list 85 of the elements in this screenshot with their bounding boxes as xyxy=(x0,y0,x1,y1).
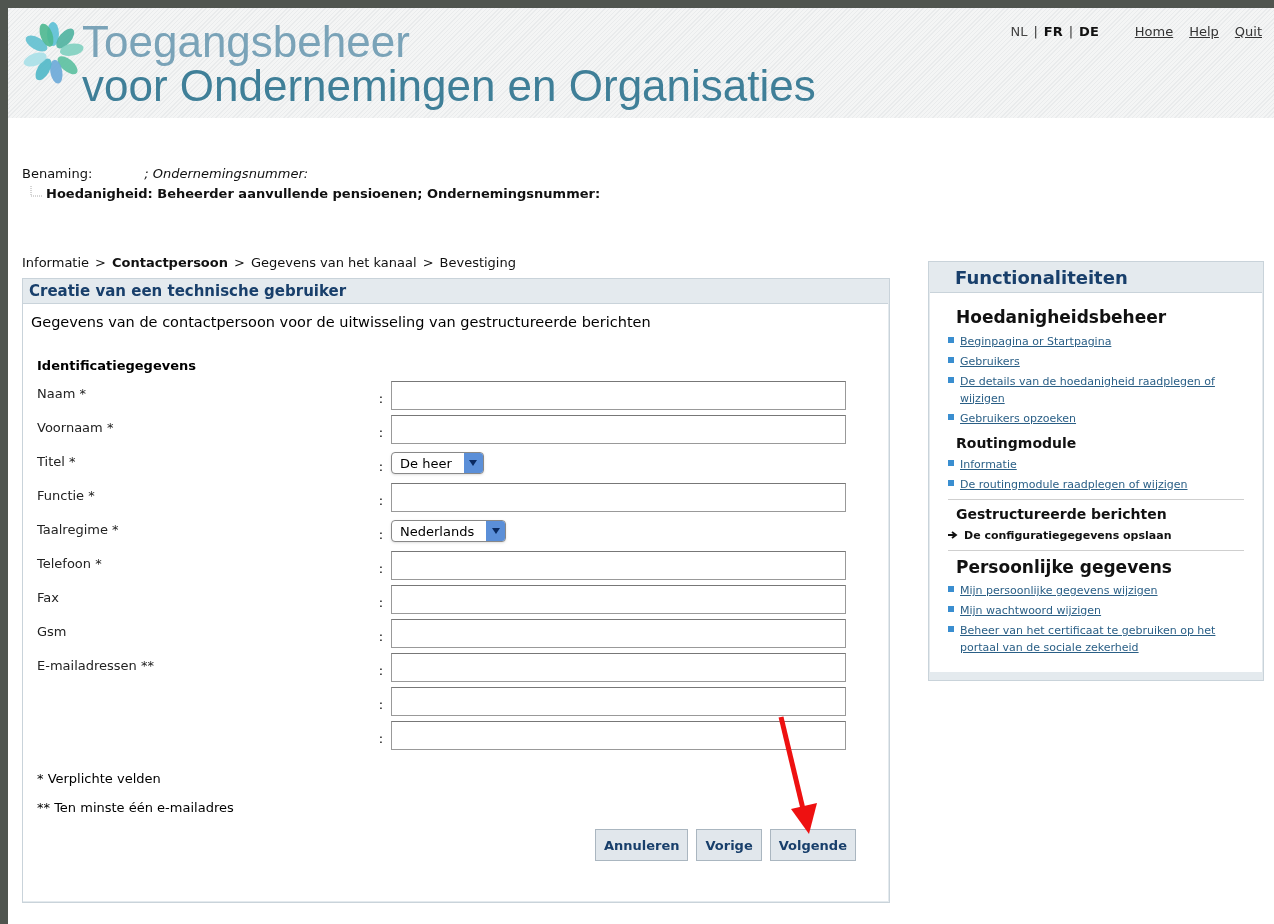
intro-text: Gegevens van de contactpersoon voor de uitwisseling van gestructureerde berichten xyxy=(31,313,652,332)
form-button[interactable]: Vorige xyxy=(696,829,762,862)
sidebar-title: Functionaliteiten xyxy=(955,265,1128,290)
breadcrumb-step: Gegevens van het kanaal xyxy=(250,253,417,277)
arrow-icon xyxy=(948,530,958,539)
bullet-icon xyxy=(948,376,954,383)
separator: | xyxy=(1033,23,1038,41)
sidebar-link[interactable]: Mijn persoonlijke gegevens wijzigen xyxy=(960,582,1158,599)
dropdown[interactable]: De heer xyxy=(391,452,484,475)
colon: : xyxy=(377,696,385,715)
input-field[interactable] xyxy=(391,721,846,751)
name-label: Benaming: xyxy=(22,165,93,183)
bullet-icon xyxy=(948,606,954,612)
field-label: Functie * xyxy=(37,488,95,504)
field-label: Voornaam * xyxy=(37,420,114,436)
colon: : xyxy=(377,492,385,511)
bullet-icon xyxy=(948,356,954,363)
bullet-icon xyxy=(948,413,954,420)
input-field[interactable] xyxy=(391,687,846,717)
input-field[interactable] xyxy=(391,585,846,615)
bullet-icon xyxy=(948,626,954,632)
form-button[interactable]: Annuleren xyxy=(594,829,689,862)
colon: : xyxy=(377,458,385,477)
sidebar-link[interactable]: De details van de hoedanigheid raadplegen of wijzigen xyxy=(960,372,1244,407)
breadcrumb-step: Contactpersoon xyxy=(111,253,228,277)
bullet-icon xyxy=(948,459,954,466)
sidebar-link[interactable]: Informatie xyxy=(960,455,1017,473)
caret-icon xyxy=(469,460,478,467)
sidebar-link[interactable]: Beheer van het certificaat te gebruiken op het portaal van de sociale zekerheid xyxy=(960,622,1244,656)
input-field[interactable] xyxy=(391,415,846,445)
bullet-icon xyxy=(948,479,954,486)
field-label: Titel * xyxy=(37,454,76,470)
sidebar-link[interactable]: Gebruikers opzoeken xyxy=(960,409,1077,427)
language-link[interactable]: DE xyxy=(1079,22,1099,42)
sidebar-current-item: De configuratiegegevens opslaan xyxy=(964,527,1172,544)
colon: : xyxy=(377,662,385,681)
language-link[interactable]: FR xyxy=(1043,22,1063,42)
colon: : xyxy=(377,594,385,613)
capacity-label: Hoedanigheid: Beheerder aanvullende pensioenen; Ondernemingsnummer: xyxy=(46,184,601,203)
form-button[interactable]: Volgende xyxy=(769,829,856,862)
panel-title: Creatie van een technische gebruiker xyxy=(29,280,347,302)
breadcrumb-separator: > xyxy=(95,254,106,272)
sidebar-link[interactable]: Mijn wachtwoord wijzigen xyxy=(960,602,1102,619)
sidebar-section-title: Hoedanigheidsbeheer xyxy=(955,306,1168,329)
colon: : xyxy=(377,390,385,409)
colon: : xyxy=(377,628,385,647)
sidebar-link[interactable]: Beginpagina or Startpagina xyxy=(960,332,1112,350)
site-title: Toegangsbeheer xyxy=(82,20,411,64)
breadcrumb-step: Informatie xyxy=(22,253,90,277)
field-label: E-mailadressen ** xyxy=(37,658,154,674)
breadcrumb-separator: > xyxy=(234,254,245,272)
nav-link[interactable]: Help xyxy=(1189,22,1219,42)
footnote: * Verplichte velden xyxy=(37,770,162,789)
colon: : xyxy=(377,560,385,579)
bullet-icon xyxy=(948,586,954,592)
dropdown[interactable]: Nederlands xyxy=(391,520,507,543)
caret-icon xyxy=(491,528,500,535)
language-link[interactable]: NL xyxy=(1010,22,1028,42)
field-label: Taalregime * xyxy=(37,522,119,538)
sidebar-section-title: Persoonlijke gegevens xyxy=(955,555,1173,579)
field-label: Naam * xyxy=(37,386,86,402)
nav-link[interactable]: Quit xyxy=(1234,22,1262,42)
field-label: Telefoon * xyxy=(37,556,102,572)
field-label: Fax xyxy=(37,590,59,606)
nav-link[interactable]: Home xyxy=(1134,22,1174,42)
sidebar-section-title: Routingmodule xyxy=(955,433,1078,453)
sidebar-link[interactable]: De routingmodule raadplegen of wijzigen xyxy=(960,475,1188,493)
bullet-icon xyxy=(948,336,954,343)
input-field[interactable] xyxy=(391,381,846,411)
colon: : xyxy=(377,424,385,443)
section-heading: Identificatiegegevens xyxy=(36,356,197,375)
breadcrumb-step: Bevestiging xyxy=(439,253,516,277)
separator: | xyxy=(1068,23,1074,41)
sidebar-section-title: Gestructureerde berichten xyxy=(955,504,1168,524)
input-field[interactable] xyxy=(391,653,846,683)
colon: : xyxy=(377,730,385,749)
field-label: Gsm xyxy=(37,624,67,640)
sidebar-link[interactable]: Gebruikers xyxy=(960,352,1020,370)
company-number-label: ; Ondernemingsnummer: xyxy=(144,165,309,183)
footnote: ** Ten minste één e-mailadres xyxy=(37,798,235,817)
breadcrumb-separator: > xyxy=(422,254,434,272)
input-field[interactable] xyxy=(391,551,846,581)
colon: : xyxy=(377,526,385,545)
input-field[interactable] xyxy=(391,483,846,513)
input-field[interactable] xyxy=(391,619,846,649)
